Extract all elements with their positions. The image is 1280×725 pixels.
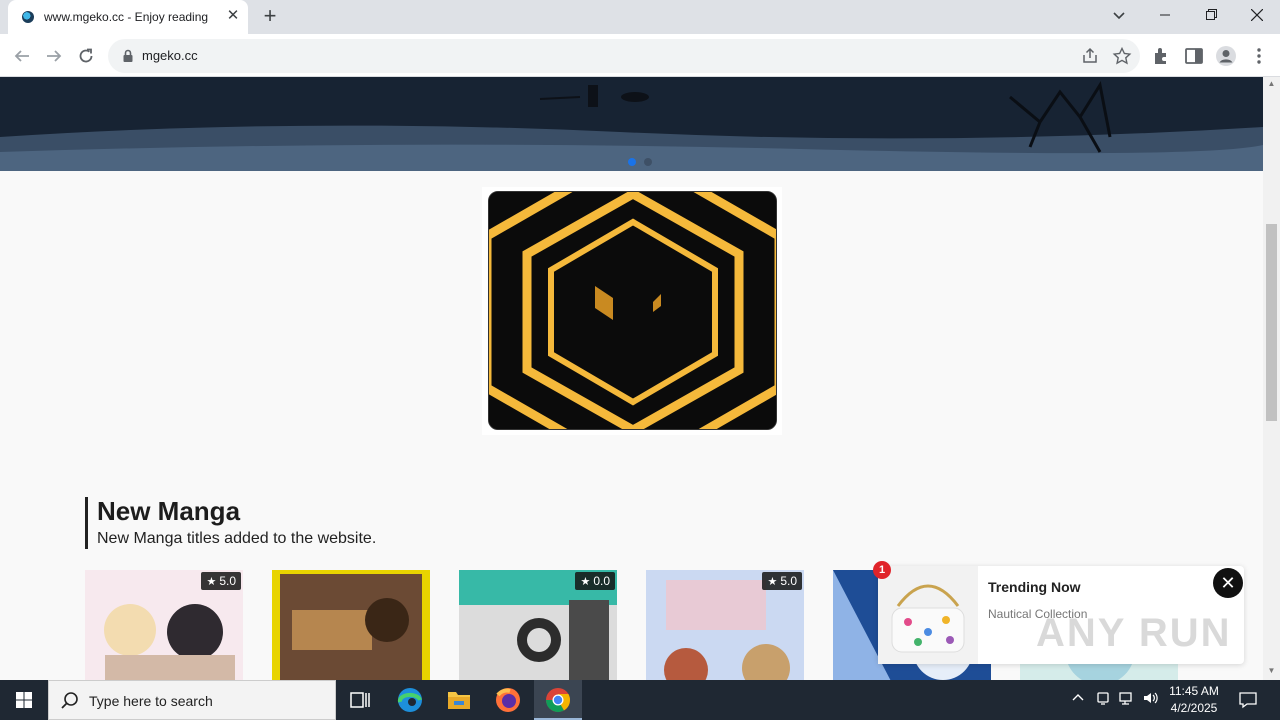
clock-time: 11:45 AM <box>1169 684 1219 698</box>
watermark-logo: ANY RUN <box>1036 611 1232 655</box>
task-view-button[interactable] <box>336 680 384 720</box>
rating-value: 5.0 <box>219 574 236 588</box>
chrome-icon <box>546 688 571 713</box>
firefox-icon <box>496 688 520 712</box>
close-icon <box>1250 8 1264 22</box>
back-button[interactable] <box>8 42 36 70</box>
ad-banner-image[interactable] <box>488 191 777 430</box>
arrow-right-icon <box>47 50 62 62</box>
new-tab-button[interactable]: + <box>258 5 282 29</box>
reload-button[interactable] <box>72 42 100 70</box>
taskbar-search-box[interactable]: Type here to search <box>48 680 336 720</box>
windows-taskbar: Type here to search 11:45 AM 4/2/2025 <box>0 680 1280 720</box>
rating-badge: ★ 5.0 <box>201 572 241 590</box>
clock-date: 4/2/2025 <box>1170 701 1218 715</box>
reload-icon <box>79 48 93 63</box>
browser-toolbar: mgeko.cc <box>0 34 1280 77</box>
page-scrollbar[interactable]: ▲ ▼ <box>1263 77 1280 680</box>
popup-close-button[interactable]: ✕ <box>1213 568 1243 598</box>
section-title: New Manga <box>97 496 241 526</box>
chevron-down-icon <box>1113 12 1125 20</box>
scroll-up-arrow-icon[interactable]: ▲ <box>1267 79 1276 88</box>
notifications-icon[interactable] <box>1238 690 1258 710</box>
carousel-dot[interactable] <box>644 158 652 166</box>
star-icon: ★ <box>580 576 591 588</box>
search-icon <box>61 692 78 709</box>
kebab-menu-icon[interactable] <box>1248 45 1270 67</box>
tab-search-button[interactable] <box>1096 0 1142 30</box>
url-text[interactable]: mgeko.cc <box>142 48 198 63</box>
address-bar[interactable]: mgeko.cc <box>108 39 1140 73</box>
task-view-icon <box>350 692 370 708</box>
carousel-dots <box>628 153 660 171</box>
manga-card[interactable]: ★ 5.0 <box>85 570 243 680</box>
minimize-icon <box>1160 14 1170 16</box>
notification-count-badge: 1 <box>873 561 891 579</box>
rating-badge: ★ 0.0 <box>575 572 615 590</box>
section-accent-bar <box>85 497 88 549</box>
arrow-left-icon <box>14 50 29 62</box>
close-icon: ✕ <box>1220 573 1236 593</box>
rating-badge: ★ 5.0 <box>762 572 802 590</box>
hero-carousel-banner[interactable] <box>0 77 1263 171</box>
network-device-icon[interactable] <box>1095 690 1111 706</box>
side-panel-icon[interactable] <box>1183 45 1205 67</box>
hexagon-logo-icon <box>489 192 776 429</box>
rating-value: 0.0 <box>593 574 610 588</box>
section-subtitle: New Manga titles added to the website. <box>97 530 377 547</box>
browser-tab[interactable]: www.mgeko.cc - Enjoy reading ✕ <box>8 0 248 34</box>
site-favicon-icon <box>22 11 34 23</box>
manga-card[interactable]: ★ 5.0 <box>646 570 804 680</box>
handbag-icon <box>878 566 978 664</box>
advertisement-slot[interactable] <box>482 187 782 435</box>
trending-product-image <box>878 566 978 664</box>
page-viewport: New Manga New Manga titles added to the … <box>0 77 1263 680</box>
restore-button[interactable] <box>1188 0 1234 30</box>
close-window-button[interactable] <box>1234 0 1280 30</box>
manga-cover-image <box>272 570 430 680</box>
search-placeholder: Type here to search <box>89 693 213 709</box>
folder-icon <box>448 692 470 709</box>
manga-card[interactable]: ★ 0.0 <box>459 570 617 680</box>
minimize-button[interactable] <box>1142 0 1188 30</box>
star-icon: ★ <box>767 576 778 588</box>
system-clock[interactable]: 11:45 AM 4/2/2025 <box>1164 683 1224 717</box>
share-icon[interactable] <box>1080 47 1100 65</box>
extensions-icon[interactable] <box>1151 45 1173 67</box>
star-icon: ★ <box>206 576 217 588</box>
volume-icon[interactable] <box>1142 690 1160 706</box>
bookmark-star-icon[interactable] <box>1112 47 1132 65</box>
chevron-up-icon[interactable] <box>1071 690 1085 704</box>
rating-value: 5.0 <box>780 574 797 588</box>
taskbar-file-explorer[interactable] <box>435 680 483 720</box>
manga-card[interactable] <box>272 570 430 680</box>
edge-icon <box>397 688 422 712</box>
profile-avatar-icon[interactable] <box>1215 45 1237 67</box>
trending-title: Trending Now <box>988 579 1081 595</box>
windows-logo-icon <box>16 692 32 708</box>
taskbar-chrome[interactable] <box>534 680 582 720</box>
tab-close-icon[interactable]: ✕ <box>224 7 242 25</box>
scroll-down-arrow-icon[interactable]: ▼ <box>1267 666 1276 675</box>
tab-title: www.mgeko.cc - Enjoy reading <box>44 10 209 24</box>
taskbar-firefox[interactable] <box>484 680 532 720</box>
carousel-dot-active[interactable] <box>628 158 636 166</box>
tab-strip: www.mgeko.cc - Enjoy reading ✕ + <box>0 0 1280 34</box>
lock-icon[interactable] <box>120 48 136 64</box>
forward-button[interactable] <box>40 42 68 70</box>
network-icon[interactable] <box>1118 690 1136 706</box>
start-button[interactable] <box>0 680 48 720</box>
scrollbar-thumb[interactable] <box>1266 224 1277 421</box>
restore-icon <box>1205 9 1217 20</box>
taskbar-edge[interactable] <box>386 680 434 720</box>
